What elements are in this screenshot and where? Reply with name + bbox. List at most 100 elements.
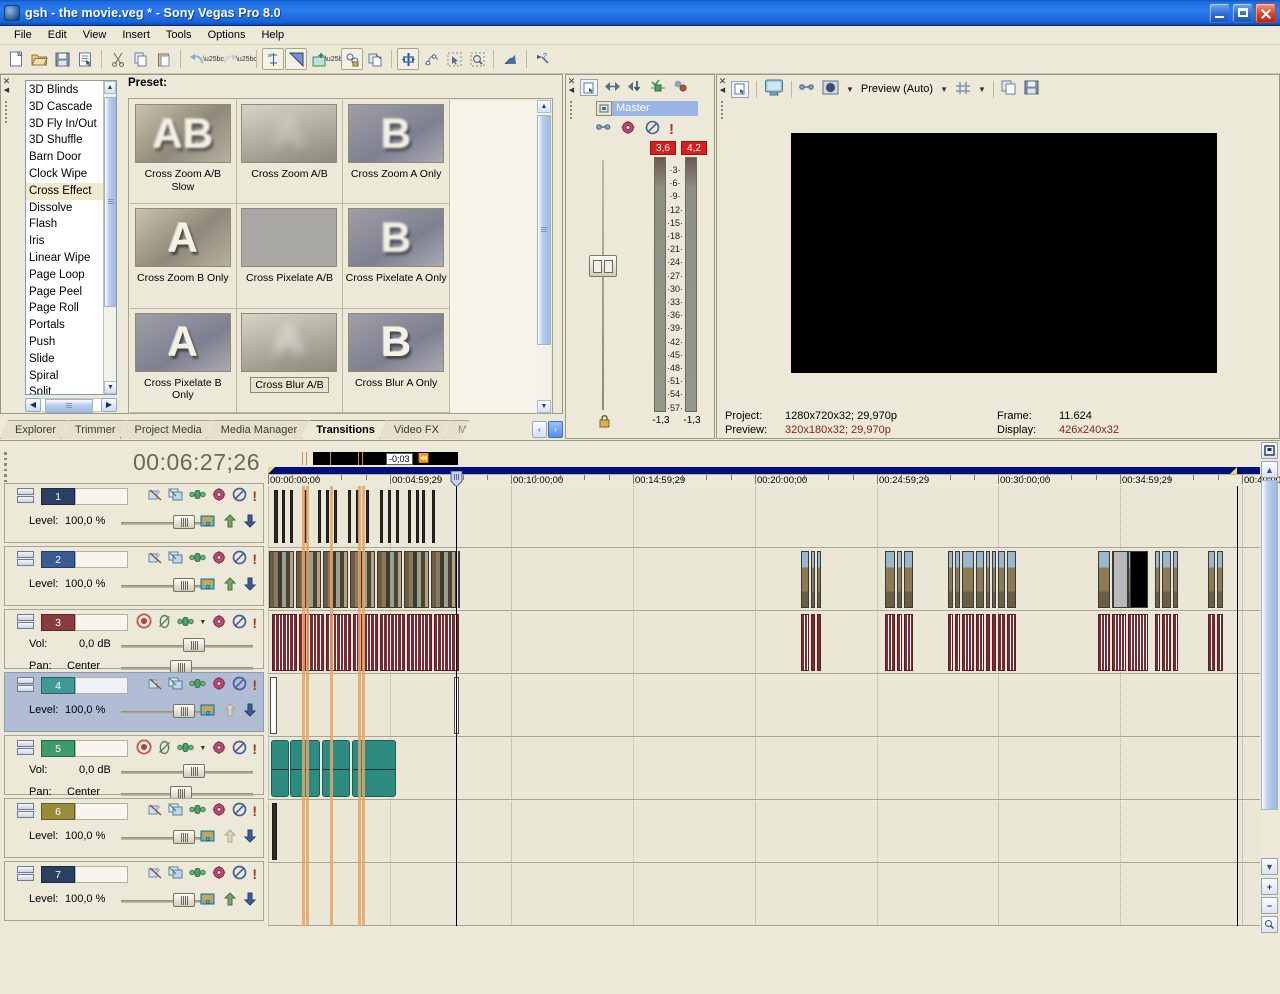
timeline-track-row-6[interactable] [268,801,1260,863]
track-fx-icon[interactable] [211,676,227,694]
timeline-clip[interactable] [1128,614,1148,671]
timeline-clip[interactable] [380,614,405,671]
tab-video-fx[interactable]: Video FX [379,420,450,439]
menu-item-file[interactable]: File [6,27,40,43]
timeline-clip[interactable] [272,803,277,860]
timeline-clip[interactable] [290,740,320,797]
track-mute-icon[interactable] [232,802,247,820]
hscroll-track[interactable] [41,397,101,413]
selection-edit-tool-icon[interactable] [443,48,465,70]
timeline-clip[interactable] [326,614,351,671]
timeline-clip[interactable] [962,551,974,608]
grid-dropdown-icon[interactable]: ▼ [978,85,986,94]
master-plugin-icon[interactable] [620,120,636,138]
preset-item[interactable]: B Cross Pixelate A Only [343,204,450,309]
marker-label[interactable]: -0;03 [386,453,413,465]
preset-item[interactable]: AB Cross Zoom A/B Slow [130,100,237,205]
paste-icon[interactable] [153,48,175,70]
track-mute-icon[interactable] [232,676,247,694]
timeline-clip[interactable] [811,614,815,671]
preset-scrollbar[interactable]: ▲ ▼ [537,100,551,413]
track-volume-slider-handle[interactable] [183,764,205,778]
track-parent-down-icon[interactable] [243,892,257,909]
region-start-marker[interactable] [268,467,275,474]
zoom-edit-tool-icon[interactable] [466,48,488,70]
track-header-7[interactable]: 7! Level: 100,0 % α [4,861,264,921]
track-minimize-maximize-icons[interactable] [17,551,35,569]
timeline-clip[interactable] [817,551,821,608]
track-solo-icon[interactable]: ! [252,616,257,630]
menu-item-edit[interactable]: Edit [40,27,75,43]
track-level-slider-handle[interactable] [173,893,195,907]
preset-item[interactable]: B Cross Blur A Only [343,308,450,413]
preset-scroll-down-icon[interactable]: ▼ [537,400,551,413]
undo-dropdown-icon[interactable]: \u25bc [203,48,224,70]
timeline-clip[interactable] [1208,614,1215,671]
hscroll-thumb[interactable] [45,398,93,413]
external-monitor-icon[interactable] [764,79,784,99]
track-parent-down-icon[interactable] [243,829,257,846]
track-compositing-mode-icon[interactable] [168,866,184,883]
timeline-track-row-5[interactable] [268,738,1260,800]
close-button[interactable] [1255,2,1276,23]
track-mute-icon[interactable] [232,865,247,883]
track-number[interactable]: 7 [41,866,75,883]
cut-icon[interactable] [107,48,129,70]
track-compositing-mode-icon[interactable] [168,551,184,568]
track-fx-icon[interactable] [211,802,227,820]
hscroll-left-icon[interactable]: ◀ [25,397,41,412]
timeline-clip[interactable] [270,677,277,734]
track-fx-bypass-icon[interactable] [148,866,163,883]
preview-quality-icon[interactable] [822,80,839,98]
track-fx-bypass-icon[interactable] [148,551,163,568]
preview-close-icon[interactable]: ✕ [719,77,727,86]
timeline-clip[interactable] [290,490,293,543]
track-name-field[interactable] [75,677,128,694]
open-project-icon[interactable] [28,48,50,70]
panel-grip[interactable]: ✕ ◀ [1,75,12,413]
timeline-clip[interactable] [1217,551,1223,608]
timeline-clip[interactable] [904,614,913,671]
track-mute-icon[interactable] [232,550,247,568]
preview-video-surface[interactable] [791,133,1217,373]
mixer-grip[interactable]: ✕ ◀ [566,75,577,438]
transition-list-hscrollbar[interactable]: ◀ ▶ [25,397,117,413]
timeline-clip[interactable] [404,551,429,608]
undo-icon[interactable] [186,48,208,70]
menu-item-tools[interactable]: Tools [158,27,200,43]
track-header-2[interactable]: 2! Level: 100,0 % α [4,546,264,606]
menu-item-options[interactable]: Options [200,27,254,43]
track-pan-crop-icon[interactable] [189,551,207,567]
crossfade-icon[interactable] [499,48,521,70]
timeline-track-row-3[interactable] [268,612,1260,674]
timeline-clip[interactable] [432,490,435,543]
track-mute-icon[interactable] [232,740,247,758]
preset-item[interactable]: B Cross Zoom A Only [343,100,450,205]
track-parent-up-icon[interactable] [223,514,237,531]
timeline-clip[interactable] [897,551,902,608]
timeline-clip[interactable] [269,551,294,608]
minimize-button[interactable] [1209,2,1230,23]
preview-quality-dropdown-icon[interactable]: ▼ [846,85,854,94]
timeline-clip[interactable] [366,490,369,543]
timeline-clip[interactable] [948,614,953,671]
track-parent-down-icon[interactable] [243,703,257,720]
timeline-clip[interactable] [350,551,375,608]
track-fx-icon[interactable] [211,740,227,758]
timeline-clip[interactable] [323,551,348,608]
preset-item[interactable]: A Cross Blur A/B [236,308,344,413]
copy-icon[interactable] [130,48,152,70]
track-fx-bypass-icon[interactable] [148,488,163,505]
timeline-clip[interactable] [454,677,459,734]
timeline-tracks[interactable] [268,486,1260,994]
track-pan-dropdown-icon[interactable]: ▼ [199,619,206,626]
save-project-icon[interactable] [51,48,73,70]
timeline-clip[interactable] [1217,614,1223,671]
fader-lock-icon[interactable] [599,415,610,431]
track-level-slider-handle[interactable] [173,515,195,529]
track-parent-up-icon[interactable] [223,703,237,720]
track-fx-bypass-icon[interactable] [148,803,163,820]
preset-scrollbar-thumb[interactable] [537,115,551,345]
timeline-clip[interactable] [299,614,324,671]
timeline-clip[interactable] [348,490,351,543]
